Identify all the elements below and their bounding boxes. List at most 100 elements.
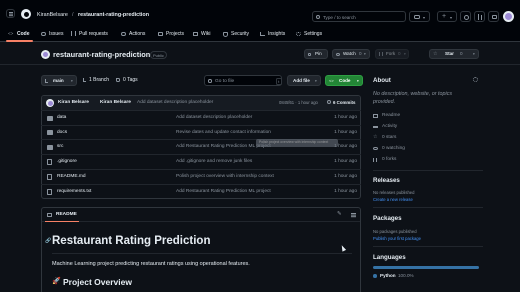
search-input[interactable]: Type / to search — [312, 11, 406, 22]
file-name[interactable]: README.md — [57, 174, 86, 179]
go-to-file-input[interactable]: Go to file t — [204, 75, 282, 86]
tab-label: Pull requests — [79, 31, 108, 37]
create-release-link[interactable]: Create a new release — [373, 197, 413, 202]
sidebar-divider — [373, 246, 483, 247]
about-title: About — [373, 77, 391, 84]
repo-avatar — [41, 50, 50, 59]
file-icon — [47, 188, 52, 195]
issue-circle-icon — [463, 14, 469, 20]
chevron-down-icon: ▾ — [450, 15, 453, 20]
file-row[interactable]: README.md Polish project overview with i… — [41, 168, 361, 184]
chevron-down-icon: ▾ — [315, 78, 317, 83]
sidebar-item-label: Readme — [382, 113, 401, 118]
file-name[interactable]: data — [57, 115, 66, 120]
pin-icon — [308, 52, 311, 56]
sidebar-divider — [373, 170, 483, 171]
outline-list-icon[interactable] — [351, 212, 356, 214]
packages-title[interactable]: Packages — [373, 215, 402, 222]
code-label: Code — [339, 77, 351, 83]
gear-icon[interactable] — [473, 77, 478, 82]
edit-pencil-icon[interactable]: ✎ — [337, 211, 342, 217]
code-button[interactable]: <> Code ▾ — [325, 75, 363, 86]
readme-tab[interactable]: README — [56, 212, 77, 217]
publish-package-link[interactable]: Publish your first package — [373, 236, 421, 241]
anchor-link-icon[interactable]: 🔗 — [45, 238, 51, 244]
repo-title[interactable]: restaurant-rating-prediction — [53, 50, 150, 59]
create-new-button[interactable]: + ▾ — [437, 11, 457, 22]
file-name[interactable]: requirements.txt — [57, 189, 91, 194]
title-divider — [52, 253, 352, 254]
pin-button[interactable]: Pin — [304, 49, 328, 59]
add-file-button[interactable]: Add file ▾ — [287, 75, 321, 86]
git-pull-request-icon — [71, 31, 76, 36]
file-name[interactable]: src — [57, 144, 63, 149]
commit-message[interactable]: Add dataset description placeholder — [137, 100, 213, 105]
chevron-down-icon: ▾ — [473, 52, 475, 56]
tab-active-underline — [45, 220, 79, 222]
languages-title: Languages — [373, 254, 406, 261]
file-row[interactable]: requirements.txt Add Restaurant Rating P… — [41, 183, 361, 199]
language-name: Python — [380, 273, 396, 278]
menu-icon[interactable] — [6, 9, 15, 18]
repo-link[interactable]: restaurant-rating-prediction — [78, 12, 149, 18]
fork-label: Fork — [386, 51, 396, 56]
file-icon — [47, 173, 52, 180]
owner-link[interactable]: KiranBelsare — [37, 12, 68, 18]
star-count: 0 — [460, 51, 463, 56]
file-row[interactable]: docs Revise dates and update contact inf… — [41, 124, 361, 140]
watch-button[interactable]: Watch 0 ▾ — [332, 49, 370, 59]
star-label: Star — [445, 51, 454, 56]
file-row[interactable]: .gitignore Add .gitignore and remove jun… — [41, 154, 361, 169]
language-dot — [373, 274, 377, 278]
commits-count[interactable]: 6 Commits — [333, 100, 355, 105]
repo-header-divider — [0, 64, 520, 65]
inbox-icon-button[interactable] — [488, 11, 499, 22]
tab-label: Projects — [166, 31, 185, 37]
sidebar-item-label: Activity — [382, 124, 398, 129]
graph-icon — [260, 31, 265, 36]
issues-icon-button[interactable] — [460, 11, 471, 22]
global-header: KiranBelsare / restaurant-rating-predict… — [0, 0, 520, 28]
copilot-button[interactable]: ▾ — [409, 11, 430, 22]
releases-empty-text: No releases published — [373, 190, 415, 195]
file-commit-message[interactable]: Polish project overview with internship … — [176, 174, 274, 179]
language-percent: 100.0% — [398, 273, 414, 278]
star-icon: ☆ — [373, 134, 378, 140]
branch-selector[interactable]: main ▾ — [41, 75, 77, 86]
code-icon: <> — [329, 77, 334, 83]
file-commit-message[interactable]: Add dataset description placeholder — [176, 115, 252, 120]
folder-icon — [47, 115, 53, 121]
star-icon: ☆ — [433, 51, 438, 57]
eye-icon — [373, 147, 378, 150]
tab-active-underline — [6, 40, 33, 42]
file-row[interactable]: data Add dataset description placeholder… — [41, 110, 361, 125]
file-commit-message[interactable]: Add .gitignore and remove junk files — [176, 159, 252, 164]
avatar — [46, 99, 54, 107]
github-logo-icon[interactable] — [21, 9, 31, 19]
fork-icon — [373, 157, 377, 162]
fork-button[interactable]: Fork 0 ▾ — [375, 49, 409, 59]
play-icon — [121, 31, 126, 36]
book-icon — [193, 31, 198, 36]
file-name[interactable]: docs — [57, 130, 67, 135]
file-commit-message[interactable]: Revise dates and update contact informat… — [176, 130, 271, 135]
star-button[interactable]: ☆ Star 0 ▾ — [429, 49, 479, 59]
branch-name: main — [53, 77, 64, 83]
commit-author[interactable]: Kiran Belsare — [58, 100, 89, 105]
file-date: 1 hour ago — [334, 159, 357, 165]
file-date: 1 hour ago — [334, 173, 357, 179]
git-pull-request-icon — [478, 14, 479, 20]
pull-requests-icon-button[interactable] — [474, 11, 485, 22]
releases-title[interactable]: Releases — [373, 177, 400, 184]
table-icon — [158, 31, 163, 36]
folder-icon — [47, 130, 53, 136]
readme-title: Restaurant Rating Prediction — [52, 235, 211, 247]
commit-author[interactable]: Kiran Belsare — [100, 100, 131, 105]
file-commit-message[interactable]: Add Restaurant Rating Prediction ML proj… — [176, 189, 271, 194]
commit-hash[interactable]: 0845f61 · 1 hour ago — [279, 100, 318, 105]
file-name[interactable]: .gitignore — [57, 159, 77, 164]
gear-icon — [296, 31, 301, 36]
inbox-icon — [491, 15, 497, 19]
tab-label: Actions — [129, 31, 146, 37]
avatar[interactable] — [503, 11, 514, 22]
